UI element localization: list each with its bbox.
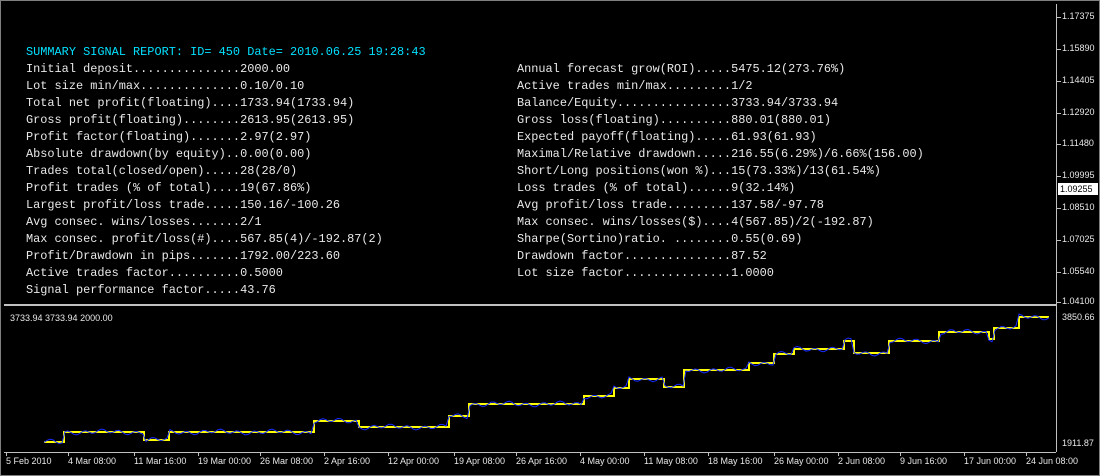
time-tick-label: 4 May 00:00 bbox=[580, 456, 630, 466]
equity-values-label: 3733.94 3733.94 2000.00 bbox=[10, 313, 113, 323]
price-tick-mark bbox=[1057, 208, 1061, 209]
report-line: Trades total(closed/open).....28(28/0) bbox=[26, 164, 298, 178]
price-tick-mark bbox=[1057, 176, 1061, 177]
equity-axis-high-label: 3850.66 bbox=[1062, 312, 1095, 322]
time-tick-label: 18 May 16:00 bbox=[708, 456, 763, 466]
time-tick-label: 19 Apr 08:00 bbox=[454, 456, 506, 466]
report-line: Total net profit(floating)....1733.94(17… bbox=[26, 96, 355, 110]
report-line: Max consec. profit/loss(#)....567.85(4)/… bbox=[26, 232, 383, 246]
price-axis[interactable]: 1.17375 1.15890 1.14405 1.12920 1.11480 1.099… bbox=[1056, 4, 1099, 452]
time-tick-label: 2 Apr 16:00 bbox=[324, 456, 371, 466]
report-left-column: Initial deposit...............2000.00 Lot… bbox=[26, 61, 383, 299]
equity-line bbox=[43, 313, 1050, 445]
time-tick-label: 5 Feb 2010 bbox=[6, 456, 52, 466]
price-chart-pane[interactable]: SUMMARY SIGNAL REPORT: ID= 450 Date= 201… bbox=[4, 4, 1056, 304]
time-tick-label: 26 Mar 08:00 bbox=[260, 456, 314, 466]
report-line: Annual forecast grow(ROI).....5475.12(27… bbox=[517, 62, 846, 76]
price-tick-label: 1.09995 bbox=[1062, 170, 1095, 180]
balance-line bbox=[44, 316, 1049, 443]
equity-chart bbox=[43, 313, 1050, 445]
price-tick-label: 1.17375 bbox=[1062, 11, 1095, 21]
report-line: Gross loss(floating)..........880.01(880… bbox=[517, 113, 831, 127]
price-tick-mark bbox=[1057, 113, 1061, 114]
time-tick-label: 19 Mar 00:00 bbox=[198, 456, 252, 466]
price-tick-label: 1.05540 bbox=[1062, 266, 1095, 276]
price-tick-mark bbox=[1057, 17, 1061, 18]
report-line: Loss trades (% of total)......9(32.14%) bbox=[517, 181, 796, 195]
report-line: Initial deposit...............2000.00 bbox=[26, 62, 291, 76]
report-line: Largest profit/loss trade.....150.16/-10… bbox=[26, 198, 340, 212]
report-line: Lot size factor...............1.0000 bbox=[517, 266, 774, 280]
time-tick-label: 9 Jun 16:00 bbox=[900, 456, 948, 466]
report-line: Gross profit(floating)........2613.95(26… bbox=[26, 113, 355, 127]
time-tick-label: 12 Apr 00:00 bbox=[388, 456, 440, 466]
time-tick-label: 17 Jun 00:00 bbox=[964, 456, 1017, 466]
equity-indicator-pane[interactable]: 3733.94 3733.94 2000.00 bbox=[4, 306, 1056, 452]
report-line: Expected payoff(floating).....61.93(61.9… bbox=[517, 130, 817, 144]
report-line: Active trades min/max.........1/2 bbox=[517, 79, 753, 93]
time-tick-label: 11 May 08:00 bbox=[644, 456, 698, 466]
report-line: Maximal/Relative drawdown.....216.55(6.2… bbox=[517, 147, 924, 161]
time-tick-label: 24 Jun 08:00 bbox=[1026, 456, 1079, 466]
report-line: Profit/Drawdown in pips.......1792.00/22… bbox=[26, 249, 340, 263]
chart-window: SUMMARY SIGNAL REPORT: ID= 450 Date= 201… bbox=[0, 0, 1100, 476]
price-tick-mark bbox=[1057, 49, 1061, 50]
report-line: Absolute drawdown(by equity)..0.00(0.00) bbox=[26, 147, 312, 161]
price-tick-mark bbox=[1057, 240, 1061, 241]
report-line: Short/Long positions(won %)...15(73.33%)… bbox=[517, 164, 881, 178]
report-line: Avg consec. wins/losses.......2/1 bbox=[26, 215, 262, 229]
price-tick-label: 1.07025 bbox=[1062, 234, 1095, 244]
report-line: Avg profit/loss trade.........137.58/-97… bbox=[517, 198, 824, 212]
report-line: Max consec. wins/losses($)....4(567.85)/… bbox=[517, 215, 874, 229]
price-tick-label: 1.11480 bbox=[1062, 138, 1094, 148]
price-tick-label: 1.08510 bbox=[1062, 202, 1095, 212]
price-tick-label: 1.04100 bbox=[1062, 296, 1095, 306]
price-tick-mark bbox=[1057, 144, 1061, 145]
time-tick-label: 2 Jun 08:00 bbox=[838, 456, 886, 466]
equity-axis-low-label: 1911.87 bbox=[1062, 438, 1094, 448]
time-tick-label: 26 Apr 16:00 bbox=[516, 456, 568, 466]
time-tick-label: 11 Mar 16:00 bbox=[134, 456, 187, 466]
report-right-column: Annual forecast grow(ROI).....5475.12(27… bbox=[517, 61, 924, 282]
report-line: Signal performance factor.....43.76 bbox=[26, 283, 276, 297]
price-tick-label: 1.14405 bbox=[1062, 75, 1095, 85]
price-tick-mark bbox=[1057, 302, 1061, 303]
report-header: SUMMARY SIGNAL REPORT: ID= 450 Date= 201… bbox=[26, 45, 426, 59]
report-line: Profit trades (% of total)....19(67.86%) bbox=[26, 181, 312, 195]
report-line: Profit factor(floating).......2.97(2.97) bbox=[26, 130, 312, 144]
price-tick-label: 1.12920 bbox=[1062, 107, 1095, 117]
time-axis[interactable]: 5 Feb 2010 4 Mar 08:00 11 Mar 16:00 19 Mar … bbox=[4, 452, 1078, 475]
report-line: Sharpe(Sortino)ratio. ........0.55(0.69) bbox=[517, 232, 803, 246]
time-tick-label: 4 Mar 08:00 bbox=[68, 456, 117, 466]
price-tick-label: 1.15890 bbox=[1062, 43, 1095, 53]
report-line: Balance/Equity................3733.94/37… bbox=[517, 96, 839, 110]
report-line: Lot size min/max..............0.10/0.10 bbox=[26, 79, 305, 93]
report-line: Active trades factor..........0.5000 bbox=[26, 266, 283, 280]
current-price-marker: 1.09255 bbox=[1058, 183, 1098, 195]
time-tick-label: 26 May 00:00 bbox=[774, 456, 829, 466]
price-tick-mark bbox=[1057, 272, 1061, 273]
price-tick-mark bbox=[1057, 81, 1061, 82]
report-line: Drawdown factor...............87.52 bbox=[517, 249, 767, 263]
